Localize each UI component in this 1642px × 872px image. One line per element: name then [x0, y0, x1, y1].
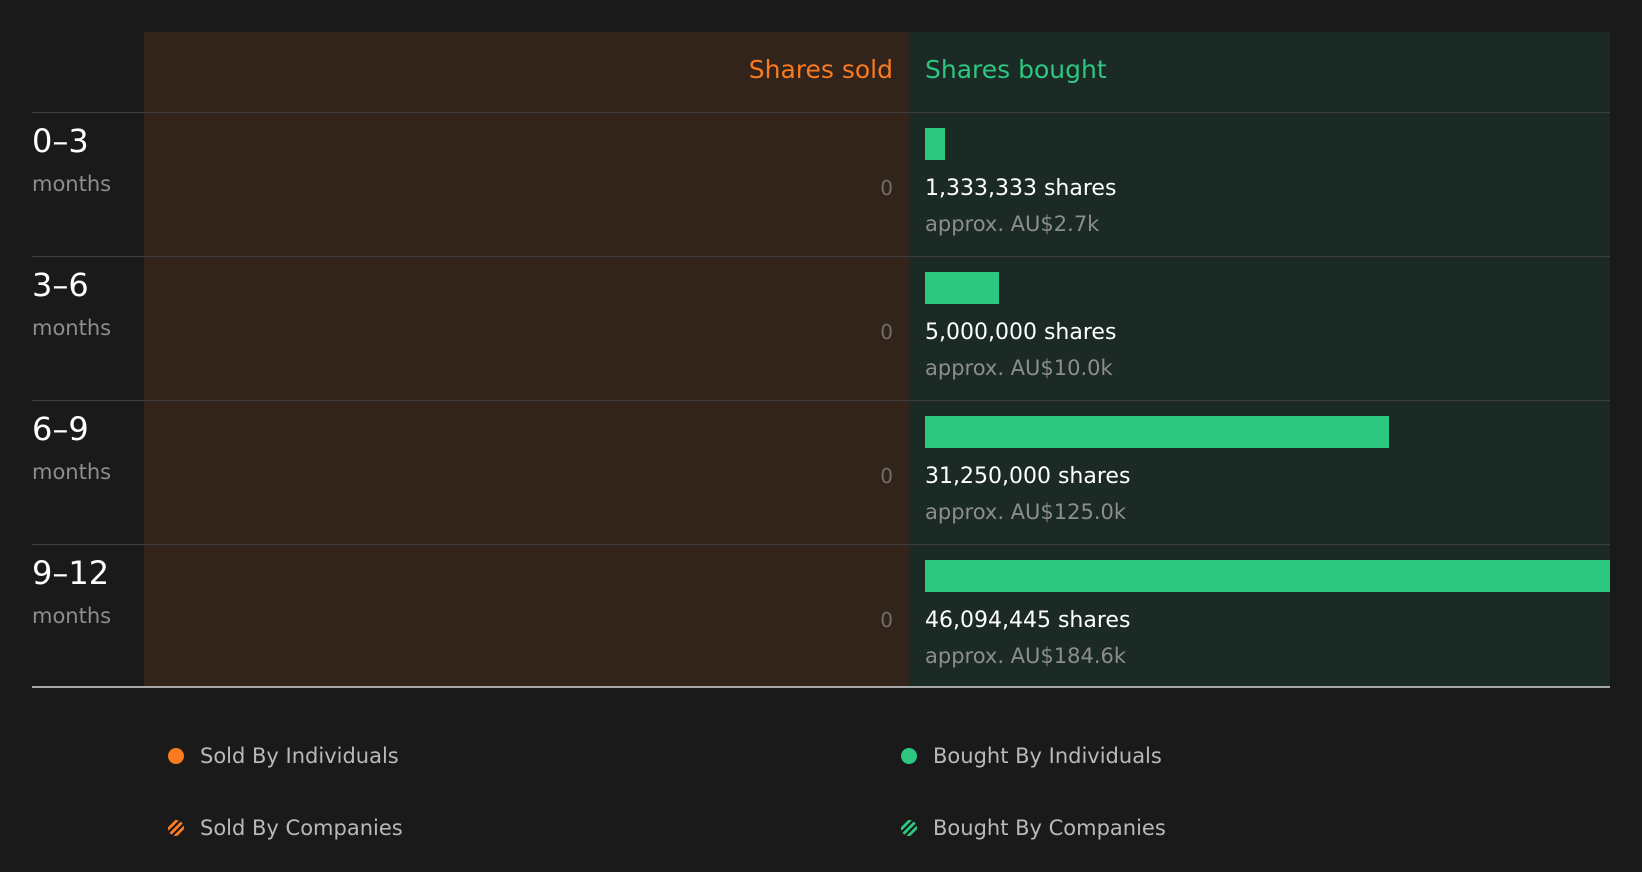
shares-sold-value: 0: [880, 608, 893, 632]
legend-swatch-icon: [901, 748, 917, 764]
insider-trading-chart: Shares sold Shares bought 0–3 months 0 1…: [0, 0, 1642, 872]
period-unit-label: months: [32, 460, 112, 484]
row-divider: [32, 400, 1610, 401]
period-unit-label: months: [32, 172, 112, 196]
shares-sold-value: 0: [880, 320, 893, 344]
shares-bought-bar: [925, 416, 1389, 448]
period-label: 6–9: [32, 410, 89, 448]
shares-bought-value-label: approx. AU$125.0k: [925, 500, 1127, 524]
shares-bought-bar: [925, 272, 999, 304]
shares-bought-value-label: approx. AU$184.6k: [925, 644, 1127, 668]
legend-item[interactable]: Sold By Individuals: [168, 741, 399, 771]
period-label: 3–6: [32, 266, 89, 304]
period-label: 9–12: [32, 554, 110, 592]
legend-hatched-swatch-icon: [168, 820, 184, 836]
period-unit-label: months: [32, 316, 112, 340]
legend-item[interactable]: Bought By Individuals: [901, 741, 1162, 771]
shares-sold-value: 0: [880, 176, 893, 200]
shares-bought-label: 1,333,333 shares: [925, 176, 1117, 201]
legend-label: Sold By Companies: [200, 816, 403, 840]
row-divider: [32, 544, 1610, 545]
legend-label: Sold By Individuals: [200, 744, 399, 768]
legend-label: Bought By Companies: [933, 816, 1166, 840]
shares-bought-bar: [925, 128, 945, 160]
shares-bought-label: 5,000,000 shares: [925, 320, 1117, 345]
shares-bought-bar: [925, 560, 1610, 592]
shares-bought-label: 31,250,000 shares: [925, 464, 1131, 489]
chart-baseline: [32, 686, 1610, 688]
period-unit-label: months: [32, 604, 112, 628]
legend-swatch-icon: [168, 748, 184, 764]
shares-sold-panel: [144, 32, 909, 687]
legend-item[interactable]: Bought By Companies: [901, 813, 1166, 843]
shares-bought-header: Shares bought: [925, 55, 1107, 84]
shares-bought-value-label: approx. AU$10.0k: [925, 356, 1113, 380]
row-divider: [32, 256, 1610, 257]
legend-item[interactable]: Sold By Companies: [168, 813, 403, 843]
shares-sold-header: Shares sold: [748, 55, 893, 84]
legend-label: Bought By Individuals: [933, 744, 1162, 768]
legend-hatched-swatch-icon: [901, 820, 917, 836]
shares-sold-value: 0: [880, 464, 893, 488]
header-divider: [32, 112, 1610, 113]
shares-bought-label: 46,094,445 shares: [925, 608, 1131, 633]
shares-bought-value-label: approx. AU$2.7k: [925, 212, 1100, 236]
period-label: 0–3: [32, 122, 89, 160]
